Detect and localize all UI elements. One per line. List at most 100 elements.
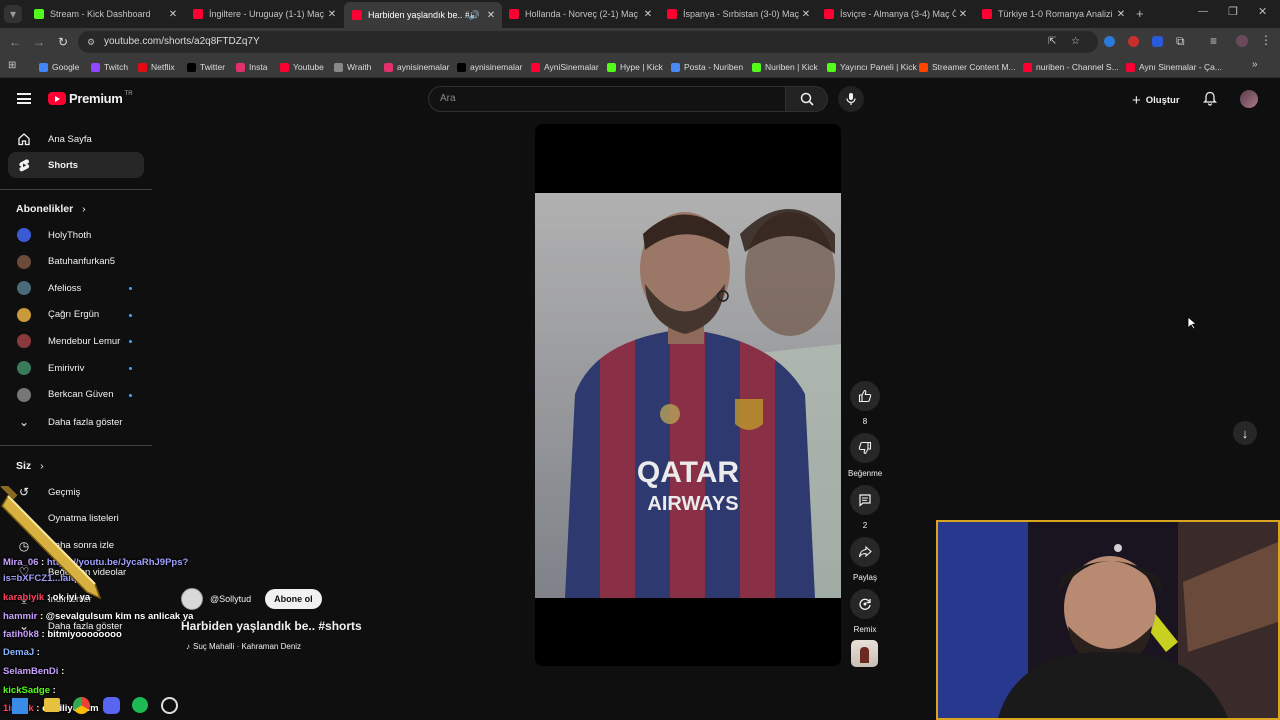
sidebar-item-shorts[interactable]: Shorts [8,152,144,178]
dislike-button[interactable]: Beğenme [848,433,882,478]
close-tab-icon[interactable]: ✕ [641,9,655,20]
url-field[interactable]: ⚙ youtube.com/shorts/a2q8FTDZq7Y ⇱ ☆ [78,31,1098,53]
voice-search-button[interactable] [838,86,864,112]
channel-avatar [16,333,32,349]
browser-tab[interactable]: İsviçre - Almanya (3-4) Maç Öz ✕ [816,4,974,24]
browser-tab[interactable]: İspanya - Sırbistan (3-0) Maç Ö ✕ [659,4,817,24]
new-tab-button[interactable]: + [1136,6,1144,21]
bell-icon [1202,91,1218,106]
apps-grid-icon[interactable]: ⊞ [8,60,16,71]
bookmark-item[interactable]: Twitch [91,60,128,74]
file-explorer-icon[interactable] [44,698,60,712]
remix-button[interactable]: Remix [848,589,882,634]
close-tab-icon[interactable]: ✕ [1114,9,1128,20]
bookmark-item[interactable]: nuriben - Channel S... [1023,60,1119,74]
bookmark-favicon-icon [39,62,48,72]
discord-icon[interactable] [103,697,120,714]
bookmark-label: Nuriben | Kick [765,62,818,72]
spotify-icon[interactable] [132,697,148,713]
subscriptions-header[interactable]: Abonelikler › [16,203,86,215]
account-avatar[interactable] [1240,90,1258,108]
create-button[interactable]: + Oluştur [1132,92,1180,109]
you-header[interactable]: Siz › [16,460,44,472]
channel-handle[interactable]: @Sollytud [210,594,251,604]
bookmark-item[interactable]: Hype | Kick [607,60,663,74]
back-button[interactable]: ← [6,33,24,51]
search-button[interactable] [786,86,828,112]
share-button[interactable]: Paylaş [848,537,882,582]
bookmark-item[interactable]: aynisinemalar [384,60,449,74]
extension-icon[interactable] [1128,36,1139,47]
avatar [17,361,31,375]
subscription-item[interactable]: Emirivriv [8,355,144,381]
bookmark-item[interactable]: aynisinemalar [457,60,522,74]
subscription-item[interactable]: Berkcan Güven [8,382,144,408]
show-more-subscriptions[interactable]: ⌄ Daha fazla göster [8,409,144,435]
forward-button[interactable]: → [30,33,48,51]
comment-button[interactable]: 2 [848,485,882,530]
bookmark-star-icon[interactable]: ☆ [1071,31,1080,53]
browser-tab[interactable]: Stream - Kick Dashboard ✕ [26,4,184,24]
subscription-item[interactable]: Çağrı Ergün [8,302,144,328]
bookmark-item[interactable]: Twitter [187,60,225,74]
site-info-icon[interactable]: ⚙ [87,31,95,53]
plus-icon: + [1132,92,1141,109]
bookmark-item[interactable]: Wraith [334,60,371,74]
search-input[interactable]: Ara [428,86,786,112]
sound-thumbnail[interactable] [851,640,878,667]
extensions-puzzle-icon[interactable]: ⧉ [1176,34,1185,49]
bookmark-item[interactable]: Youtube [280,60,324,74]
bookmark-item[interactable]: AyniSinemalar [531,60,599,74]
extension-icon[interactable] [1152,36,1163,47]
channel-avatar[interactable] [181,588,203,610]
bookmark-item[interactable]: Streamer Content M... [919,60,1016,74]
more-bookmarks-icon[interactable]: » [1252,59,1258,70]
media-controls-icon[interactable]: ≡ [1210,34,1217,48]
subscribe-button[interactable]: Abone ol [265,589,322,609]
minimize-button[interactable]: — [1198,6,1208,17]
close-tab-icon[interactable]: ✕ [325,9,339,20]
channel-avatar [16,254,32,270]
bookmark-item[interactable]: Yayıncı Paneli | Kick [827,60,917,74]
reload-button[interactable]: ↻ [54,33,72,51]
close-tab-icon[interactable]: ✕ [956,9,970,20]
close-tab-icon[interactable]: ✕ [484,10,498,21]
profile-avatar[interactable] [1236,35,1248,47]
bookmark-item[interactable]: Posta - Nuriben [671,60,743,74]
subscription-item[interactable]: Mendebur Lemur [8,328,144,354]
browser-tab[interactable]: Hollanda - Norveç (2-1) Maç Ö ✕ [501,4,659,24]
browser-tab[interactable]: İngiltere - Uruguay (1-1) Maç Ö ✕ [185,4,343,24]
shorts-video-player[interactable]: QATAR AIRWAYS [535,124,841,666]
subscription-item[interactable]: HolyThoth [8,222,144,248]
close-tab-icon[interactable]: ✕ [166,9,180,20]
bookmark-item[interactable]: Insta [236,60,267,74]
like-button[interactable]: 8 [848,381,882,426]
notifications-button[interactable] [1202,91,1218,111]
maximize-button[interactable]: ❐ [1228,5,1238,18]
install-icon[interactable]: ⇱ [1048,31,1056,53]
subscription-item[interactable]: Afelioss [8,275,144,301]
close-window-button[interactable]: ✕ [1258,5,1267,18]
bookmark-item[interactable]: Aynı Sinemalar - Ça... [1126,60,1222,74]
browser-tab[interactable]: Harbiden yaşlandık be.. #sh 🔊 ✕ [344,2,502,28]
extension-icon[interactable] [1104,36,1115,47]
tab-search-button[interactable]: ▾ [4,5,22,23]
bookmark-favicon-icon [334,62,343,72]
youtube-logo[interactable]: Premium TR [48,91,133,106]
short-sound-link[interactable]: ♪ Suç Mahalli · Kahraman Deniz [186,642,301,651]
audio-playing-icon[interactable]: 🔊 [469,10,480,21]
chrome-icon[interactable] [73,697,90,714]
hamburger-menu-icon[interactable] [17,93,31,104]
windows-start-icon[interactable] [12,698,28,714]
sidebar-item-home[interactable]: Ana Sayfa [8,126,144,152]
bookmark-item[interactable]: Nuriben | Kick [752,60,818,74]
bookmark-label: nuriben - Channel S... [1036,62,1119,72]
bookmark-item[interactable]: Netflix [138,60,175,74]
next-short-button[interactable]: ↓ [1233,421,1257,445]
browser-menu-icon[interactable]: ⋮ [1260,33,1272,47]
obs-icon[interactable] [161,697,178,714]
browser-tab[interactable]: Türkiye 1-0 Romanya Analizi - ✕ [974,4,1132,24]
close-tab-icon[interactable]: ✕ [799,9,813,20]
bookmark-item[interactable]: Google [39,60,79,74]
subscription-item[interactable]: Batuhanfurkan5 [8,249,144,275]
